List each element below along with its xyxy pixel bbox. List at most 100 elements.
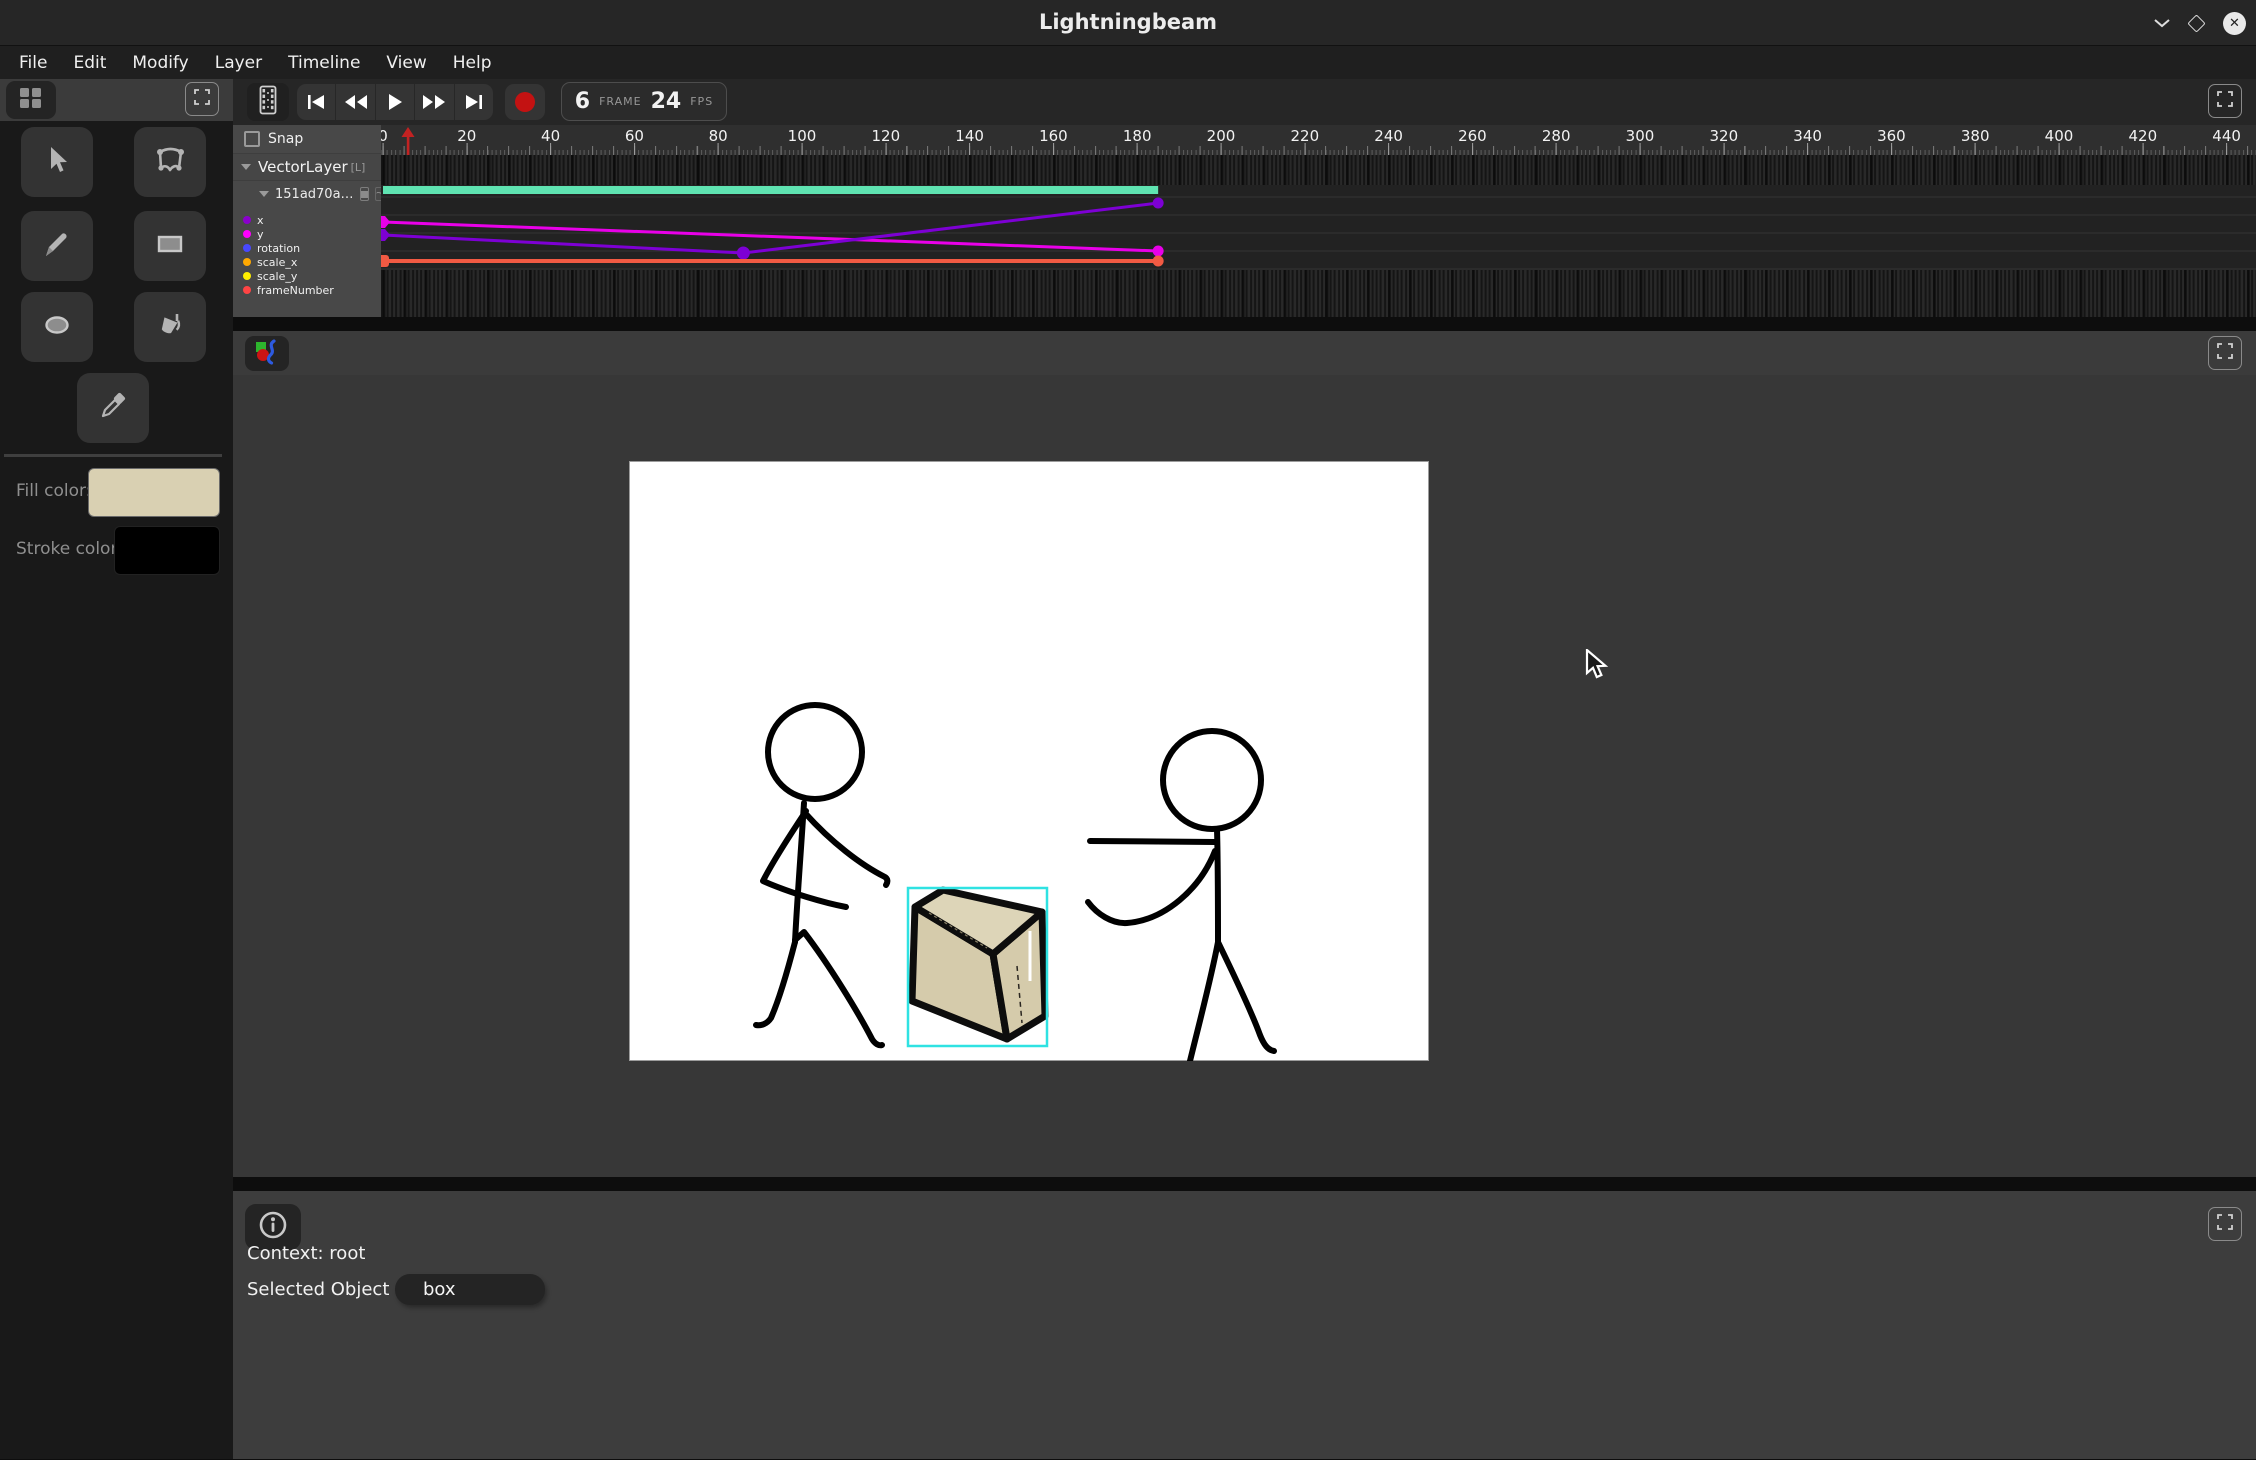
property-row-x[interactable]: x [243,213,381,227]
canvas-expand-button[interactable] [2208,336,2242,370]
skip-to-end-button[interactable] [454,84,493,120]
menu-item-layer[interactable]: Layer [202,53,275,73]
transform-tool-button[interactable] [134,127,206,197]
menu-item-modify[interactable]: Modify [119,53,201,73]
timeline-expand-button[interactable] [2208,84,2242,118]
sublayer-name: 151ad70a… [275,187,354,202]
property-row-rotation[interactable]: rotation [243,241,381,255]
property-row-frameNumber[interactable]: frameNumber [243,283,381,297]
transport-bar: 6 FRAME 24 FPS [233,79,2256,125]
main-column: 6 FRAME 24 FPS Snap [233,79,2256,1459]
stroke-color-label: Stroke color: [16,539,123,559]
timeline-ruler[interactable]: 0204060801001201401601802002202402602803… [381,125,2256,155]
playhead-marker[interactable] [401,127,415,155]
property-label: frameNumber [257,284,334,297]
play-button[interactable] [375,84,414,120]
canvas-panel-header [233,331,2256,375]
rectangle-icon [153,230,187,262]
fullscreen-icon [194,89,210,109]
mouse-cursor [1585,649,1609,685]
property-label: scale_x [257,256,297,269]
canvas-shapes-button[interactable] [245,336,289,371]
select-tool-button[interactable] [21,127,93,197]
window-title: Lightningbeam [0,10,2256,34]
sublayer-visibility-button[interactable] [360,187,369,201]
snap-label: Snap [268,131,303,147]
minimize-icon[interactable] [2154,19,2170,28]
tool-panel-divider [4,454,222,457]
menu-item-view[interactable]: View [373,53,439,73]
eyedropper-icon [96,389,130,427]
keyframe-marker [1153,198,1164,209]
fullscreen-icon [2217,91,2233,111]
menu-item-file[interactable]: File [6,53,60,73]
track-area-wrap: 0204060801001201401601802002202402602803… [381,125,2256,317]
window-controls: ✕ [2154,0,2246,46]
layers-panel: Snap VectorLayer [L] 151ad70a… ~ xyrotat… [233,125,381,317]
layer-row[interactable]: VectorLayer [L] [233,153,381,181]
fast-forward-button[interactable] [414,84,453,120]
selected-object-input[interactable]: box [395,1274,545,1305]
stage-canvas[interactable] [629,461,1429,1061]
stage-drawing [629,461,1429,1061]
tool-panel-expand-button[interactable] [185,82,219,116]
chevron-down-icon[interactable] [241,164,251,170]
grid-icon [18,87,44,113]
property-row-scale_x[interactable]: scale_x [243,255,381,269]
context-text: Context: root [247,1243,365,1264]
shapes-icon [253,338,281,370]
chevron-down-icon[interactable] [259,191,269,197]
property-color-dot [243,216,251,224]
layer-name: VectorLayer [258,158,348,176]
keyframe-marker [1153,246,1164,257]
paint-bucket-icon [153,308,187,346]
eyedropper-tool-button[interactable] [77,373,149,443]
skip-to-start-button[interactable] [297,84,335,120]
box-object [912,890,1045,1039]
ellipse-tool-button[interactable] [21,292,93,362]
title-bar: Lightningbeam ✕ [0,0,2256,46]
menu-item-timeline[interactable]: Timeline [275,53,373,73]
record-button[interactable] [505,84,545,120]
record-icon [515,92,535,112]
frame-fps-display[interactable]: 6 FRAME 24 FPS [561,82,727,121]
fill-color-swatch[interactable] [88,468,220,517]
close-icon[interactable]: ✕ [2223,12,2246,35]
property-color-dot [243,230,251,238]
status-panel: Context: root Selected Object box [233,1191,2256,1459]
property-color-dot [243,258,251,266]
maximize-icon[interactable] [2187,14,2205,32]
property-color-dot [243,244,251,252]
pencil-tool-button[interactable] [21,211,93,281]
curves-svg[interactable] [381,155,2256,317]
layer-tag: [L] [351,161,366,174]
fps-unit-label: FPS [690,95,713,108]
menu-item-help[interactable]: Help [440,53,505,73]
paint-bucket-tool-button[interactable] [134,292,206,362]
property-row-y[interactable]: y [243,227,381,241]
snap-checkbox[interactable] [244,131,260,147]
film-strip-button[interactable] [247,83,289,121]
panel-grid-button[interactable] [6,81,56,119]
property-label: y [257,228,264,241]
property-row-scale_y[interactable]: scale_y [243,269,381,283]
keyframe-marker [1153,256,1164,267]
property-label: scale_y [257,270,297,283]
keyframe-marker [381,255,389,267]
square-icon [361,191,368,198]
rewind-button[interactable] [335,84,374,120]
keyframe-span-bar [383,186,1158,194]
rectangle-tool-button[interactable] [134,211,206,281]
stroke-color-swatch[interactable] [114,526,220,575]
stick-figure-left [756,705,887,1045]
frame-unit-label: FRAME [599,95,642,108]
menu-bar: FileEditModifyLayerTimelineViewHelp [0,46,2256,79]
status-expand-button[interactable] [2208,1207,2242,1241]
selected-object-label: Selected Object [247,1279,389,1300]
timeline-panel: 6 FRAME 24 FPS Snap [233,79,2256,317]
property-label: x [257,214,264,227]
track-area[interactable] [381,155,2256,317]
sublayer-row[interactable]: 151ad70a… ~ [233,181,381,207]
menu-item-edit[interactable]: Edit [60,53,119,73]
fullscreen-icon [2217,1214,2233,1234]
